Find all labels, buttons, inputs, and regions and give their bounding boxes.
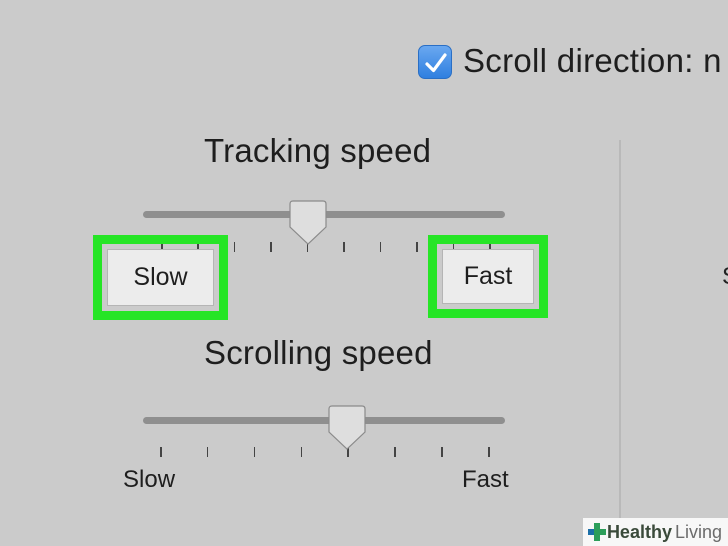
slider-tick bbox=[160, 447, 162, 457]
tracking-speed-knob[interactable] bbox=[289, 200, 327, 246]
scrolling-speed-ticks bbox=[160, 447, 490, 459]
panel-divider bbox=[619, 140, 621, 518]
slider-tick bbox=[488, 447, 490, 457]
slider-tick bbox=[270, 242, 272, 252]
scrolling-speed-track[interactable] bbox=[143, 417, 505, 424]
scrolling-fast-label: Fast bbox=[462, 466, 509, 493]
scrolling-speed-knob[interactable] bbox=[328, 405, 366, 451]
watermark: Healthy Living bbox=[582, 518, 728, 546]
slider-tick bbox=[416, 242, 418, 252]
tracking-speed-title: Tracking speed bbox=[204, 132, 432, 169]
slider-tick bbox=[253, 447, 256, 457]
watermark-suffix: Living bbox=[674, 521, 722, 542]
slider-tick bbox=[300, 447, 303, 457]
right-panel-partial-text: S bbox=[722, 263, 728, 291]
tracking-fast-label: Fast bbox=[442, 249, 534, 304]
slider-tick bbox=[441, 447, 443, 457]
cross-logo-icon bbox=[587, 523, 606, 541]
slider-tick bbox=[206, 447, 209, 457]
slider-tick bbox=[379, 242, 382, 252]
watermark-brand: Healthy bbox=[606, 521, 672, 542]
slider-tick bbox=[394, 447, 396, 457]
scroll-direction-checkbox[interactable] bbox=[418, 45, 452, 79]
checkmark-icon bbox=[425, 53, 447, 73]
slider-tick bbox=[233, 242, 236, 252]
slider-tick bbox=[343, 242, 345, 252]
tracking-slow-label: Slow bbox=[107, 249, 214, 306]
scrolling-speed-title: Scrolling speed bbox=[204, 334, 433, 371]
scroll-direction-label: Scroll direction: n bbox=[463, 42, 722, 79]
scrolling-slow-label: Slow bbox=[123, 466, 176, 493]
